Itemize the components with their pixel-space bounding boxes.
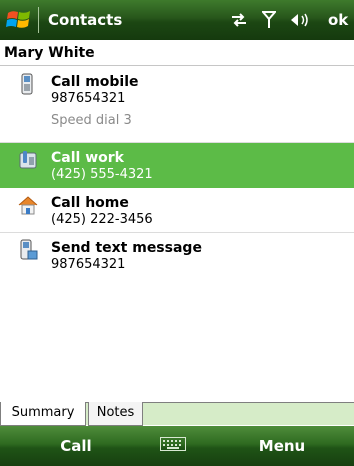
volume-icon[interactable]: [290, 12, 312, 28]
action-label: Call mobile: [51, 74, 139, 90]
call-home-item[interactable]: Call home (425) 222-3456: [0, 188, 354, 233]
call-mobile-item[interactable]: Call mobile 987654321 Speed dial 3: [0, 67, 354, 143]
action-value: (425) 555-4321: [51, 167, 153, 182]
call-softkey[interactable]: Call: [0, 437, 120, 455]
title-separator: [38, 7, 39, 33]
text-message-icon: [18, 239, 38, 265]
menu-softkey[interactable]: Menu: [234, 437, 354, 455]
speed-dial-text: Speed dial 3: [51, 113, 132, 128]
action-label: Send text message: [51, 240, 202, 256]
title-bar: Contacts ok: [0, 0, 354, 40]
home-icon: [17, 196, 39, 220]
tab-notes[interactable]: Notes: [88, 402, 143, 426]
action-label: Call work: [51, 150, 124, 166]
contact-name: Mary White: [0, 40, 354, 66]
call-work-item[interactable]: Call work (425) 555-4321: [0, 143, 354, 188]
action-label: Call home: [51, 195, 129, 211]
action-value: (425) 222-3456: [51, 212, 153, 227]
work-phone-icon: [17, 151, 39, 175]
tab-summary[interactable]: Summary: [0, 402, 86, 426]
signal-icon[interactable]: [262, 11, 276, 29]
tab-bar: Summary Notes: [0, 402, 354, 426]
ok-button[interactable]: ok: [328, 11, 350, 29]
app-title: Contacts: [48, 11, 123, 29]
action-value: 987654321: [51, 91, 126, 106]
status-icons: ok: [230, 11, 350, 29]
mobile-phone-icon: [20, 73, 34, 99]
contact-actions-list: Call mobile 987654321 Speed dial 3 Call …: [0, 67, 354, 279]
keyboard-icon[interactable]: [160, 437, 186, 455]
windows-start-icon[interactable]: [0, 0, 38, 40]
send-text-message-item[interactable]: Send text message 987654321: [0, 233, 354, 279]
softkey-bar: Call Menu: [0, 426, 354, 466]
action-value: 987654321: [51, 257, 126, 272]
connectivity-icon[interactable]: [230, 12, 248, 28]
